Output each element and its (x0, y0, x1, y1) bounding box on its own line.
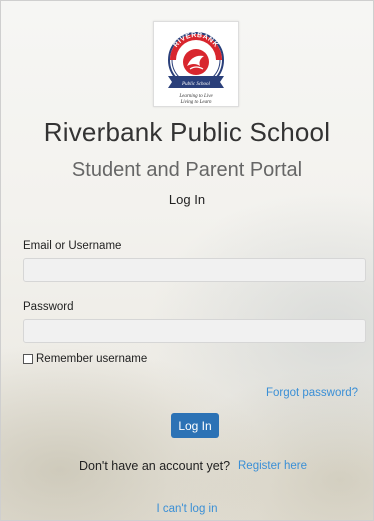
school-crest-icon: RIVERBANK Public School Learning to Live… (168, 32, 224, 105)
logo-motto-line2: Living to Learn (179, 100, 212, 105)
logo-subtext: Public School (181, 82, 211, 87)
remember-username[interactable]: Remember username (23, 353, 147, 365)
login-heading: Log In (168, 192, 206, 207)
remember-label: Remember username (36, 353, 148, 365)
forgot-password-link[interactable]: Forgot password? (266, 387, 358, 399)
register-link[interactable]: Register here (238, 460, 307, 472)
cant-login-link[interactable]: I can't log in (0, 503, 374, 515)
no-account-text: Don't have an account yet? (79, 459, 231, 473)
username-label: Email or Username (23, 240, 122, 252)
portal-title: Student and Parent Portal (71, 159, 303, 181)
logo-motto-line1: Learning to Live (178, 94, 213, 99)
school-name: Riverbank Public School (43, 117, 331, 147)
password-input[interactable] (23, 319, 366, 343)
remember-checkbox[interactable] (23, 354, 33, 364)
password-label: Password (23, 301, 74, 313)
username-input[interactable] (23, 258, 366, 282)
login-button[interactable]: Log In (171, 413, 219, 438)
school-logo: RIVERBANK Public School Learning to Live… (153, 21, 239, 107)
